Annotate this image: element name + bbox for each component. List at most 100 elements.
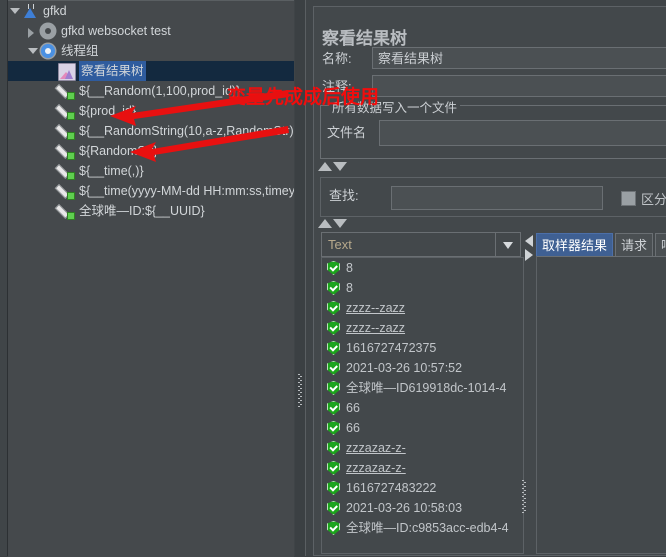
tree-item-label: 线程组 xyxy=(61,44,99,58)
divider-grip xyxy=(298,374,302,408)
result-list-item-label: 8 xyxy=(346,281,353,295)
result-list-item-label: 2021-03-26 10:58:03 xyxy=(346,501,463,515)
result-list-item[interactable]: zzzz--zazz xyxy=(322,298,523,318)
success-shield-icon xyxy=(327,421,340,435)
app-root: gfkd gfkd websocket test 线程组 察看结果树 ${__Rando… xyxy=(0,0,666,557)
case-sensitive-checkbox[interactable] xyxy=(621,191,636,206)
success-shield-icon xyxy=(327,381,340,395)
pencil-icon xyxy=(54,123,75,140)
divider-grip-right xyxy=(522,480,526,514)
collapse-up-icon xyxy=(318,162,332,171)
name-label: 名称: xyxy=(322,51,352,66)
filename-input[interactable] xyxy=(379,120,666,146)
result-list-item[interactable]: zzzazaz-z- xyxy=(322,438,523,458)
tree-item-1[interactable]: gfkd websocket test xyxy=(8,21,294,41)
page-title: 察看结果树 xyxy=(322,29,407,49)
arrow-left-icon[interactable] xyxy=(525,235,533,247)
result-list-item[interactable]: 8 xyxy=(322,278,523,298)
result-list-item[interactable]: 8 xyxy=(322,258,523,278)
result-list-item[interactable]: 全球唯—ID619918dc-1014-4 xyxy=(322,378,523,398)
search-label: 查找: xyxy=(329,188,359,203)
case-sensitive-label: 区分大 xyxy=(641,192,666,207)
result-list-item[interactable]: 1616727483222 xyxy=(322,478,523,498)
result-list-item[interactable]: 66 xyxy=(322,418,523,438)
flask-icon xyxy=(22,3,38,19)
render-type-combo[interactable]: Text xyxy=(321,232,521,257)
success-shield-icon xyxy=(327,401,340,415)
twisty-expanded-icon[interactable] xyxy=(10,1,21,21)
success-shield-icon xyxy=(327,321,340,335)
result-list-item-label: zzzazaz-z- xyxy=(346,441,406,455)
tree-item-10[interactable]: 全球唯—ID:${__UUID} xyxy=(8,201,294,221)
collapse-down-icon xyxy=(333,162,347,171)
result-list-item[interactable]: zzzz--zazz xyxy=(322,318,523,338)
tree-item-label: gfkd websocket test xyxy=(61,24,171,38)
result-list[interactable]: 8 8 zzzz--zazz zzzz--zazz 1616727472375 2021-… xyxy=(321,257,524,554)
success-shield-icon xyxy=(327,261,340,275)
result-list-item-label: 1616727483222 xyxy=(346,481,437,495)
tree-item-3[interactable]: 察看结果树 xyxy=(8,61,294,81)
pencil-icon xyxy=(54,163,75,180)
result-list-item-label: 1616727472375 xyxy=(346,341,437,355)
pencil-icon xyxy=(54,203,75,220)
name-row: 名称: 察看结果树 xyxy=(322,47,666,71)
render-type-value: Text xyxy=(328,237,352,252)
tab-2[interactable]: 响 xyxy=(655,233,666,256)
name-input[interactable]: 察看结果树 xyxy=(372,47,666,69)
result-list-item-label: 全球唯—ID:c9853acc-edb4-4 xyxy=(346,521,509,535)
search-section: 查找: 区分大 xyxy=(320,177,666,217)
tree-item-2[interactable]: 线程组 xyxy=(8,41,294,61)
chevron-down-icon[interactable] xyxy=(495,233,520,256)
tab-content-panel xyxy=(536,256,666,554)
success-shield-icon xyxy=(327,501,340,515)
filename-label: 文件名 xyxy=(327,125,367,140)
tab-0[interactable]: 取样器结果 xyxy=(536,233,613,256)
tree-item-9[interactable]: ${__time(yyyy-MM-dd HH:mm:ss,timeymd)} xyxy=(8,181,294,201)
pencil-icon xyxy=(54,103,75,120)
result-list-item[interactable]: zzzazaz-z- xyxy=(322,458,523,478)
gear-icon xyxy=(40,23,56,39)
result-list-item-label: zzzz--zazz xyxy=(346,321,406,335)
comment-input[interactable] xyxy=(372,75,666,97)
twisty-collapsed-icon[interactable] xyxy=(28,21,39,41)
tree-item-label: 全球唯—ID:${__UUID} xyxy=(79,204,205,218)
result-list-item-label: 全球唯—ID619918dc-1014-4 xyxy=(346,381,507,395)
result-list-item[interactable]: 2021-03-26 10:57:52 xyxy=(322,358,523,378)
pencil-icon xyxy=(54,183,75,200)
tree-scrollbar[interactable] xyxy=(0,0,8,556)
result-list-item-label: 66 xyxy=(346,401,360,415)
collapse-up-icon-2 xyxy=(318,219,332,228)
collapse-down-icon-2 xyxy=(333,219,347,228)
collapse-toggle-file[interactable] xyxy=(318,161,348,173)
success-shield-icon xyxy=(327,361,340,375)
success-shield-icon xyxy=(327,481,340,495)
twisty-expanded-icon[interactable] xyxy=(28,41,39,61)
collapse-toggle-search[interactable] xyxy=(318,218,348,230)
result-list-item-label: zzzazaz-z- xyxy=(346,461,406,475)
success-shield-icon xyxy=(327,281,340,295)
result-tabs[interactable]: 取样器结果请求响 xyxy=(536,233,666,257)
success-shield-icon xyxy=(327,341,340,355)
tree-item-label: 察看结果树 xyxy=(79,61,146,81)
result-list-item[interactable]: 2021-03-26 10:58:03 xyxy=(322,498,523,518)
write-all-data-group: 所有数据写入一个文件 文件名 xyxy=(320,97,666,159)
tree-item-label: ${__time(yyyy-MM-dd HH:mm:ss,timeymd)} xyxy=(79,184,294,198)
result-list-item-label: 2021-03-26 10:57:52 xyxy=(346,361,463,375)
annotation-arrow-2 xyxy=(130,126,289,162)
result-list-item-label: 66 xyxy=(346,421,360,435)
success-shield-icon xyxy=(327,301,340,315)
tree-item-label: gfkd xyxy=(43,4,67,18)
success-shield-icon xyxy=(327,521,340,535)
search-input[interactable] xyxy=(391,186,603,210)
tree-item-0[interactable]: gfkd xyxy=(8,1,294,21)
result-list-item-label: zzzz--zazz xyxy=(346,301,406,315)
result-list-item[interactable]: 1616727472375 xyxy=(322,338,523,358)
pencil-icon xyxy=(54,143,75,160)
result-list-item[interactable]: 全球唯—ID:c9853acc-edb4-4 xyxy=(322,518,523,538)
split-divider-right[interactable] xyxy=(519,250,529,550)
pencil-icon xyxy=(54,83,75,100)
results-tree-icon xyxy=(58,63,76,81)
result-list-item[interactable]: 66 xyxy=(322,398,523,418)
gear-blue-icon xyxy=(40,43,56,59)
tab-1[interactable]: 请求 xyxy=(615,233,653,256)
